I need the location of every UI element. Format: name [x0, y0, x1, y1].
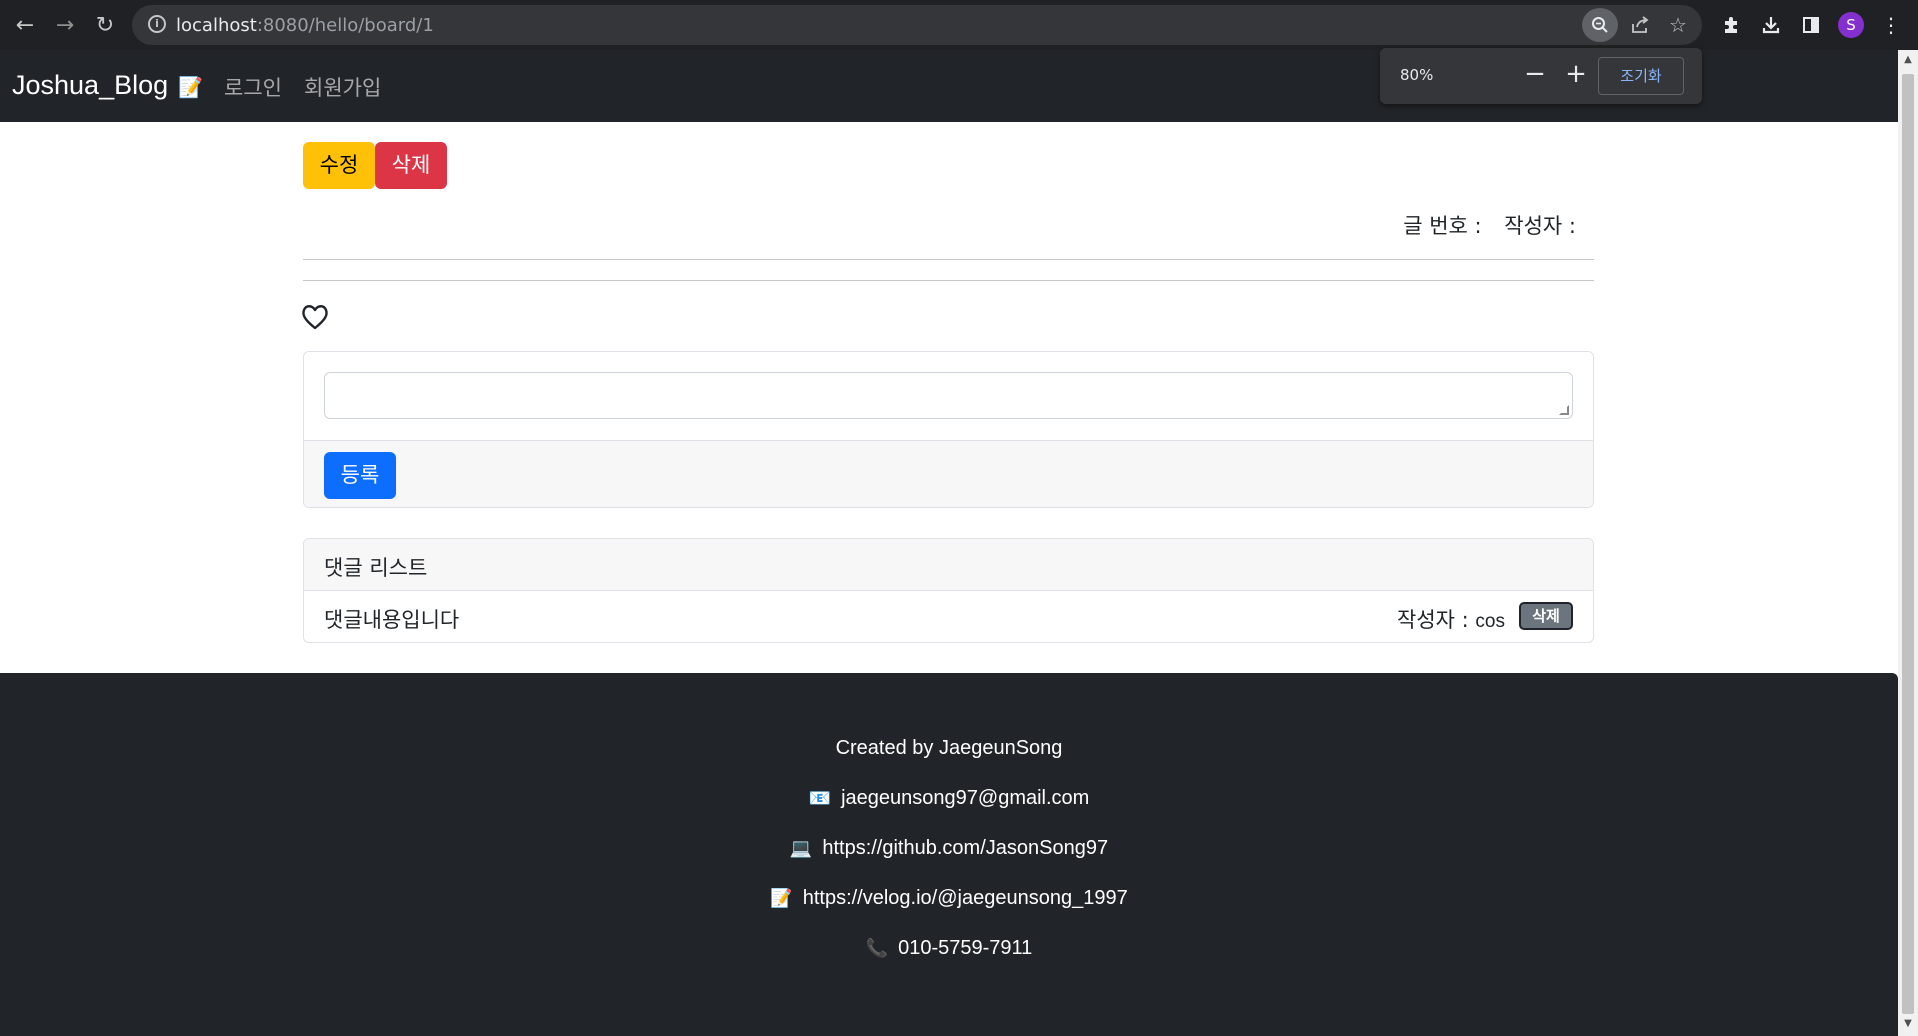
reply-form-footer: 등록: [304, 440, 1593, 507]
laptop-icon: 💻: [789, 838, 813, 858]
reply-form-card: 등록: [303, 351, 1594, 508]
forward-icon[interactable]: →: [50, 10, 80, 40]
reload-icon[interactable]: ↻: [90, 10, 120, 40]
post-meta: 글 번호 : 작성자 :: [1387, 210, 1576, 240]
phone-icon: 📞: [865, 938, 889, 958]
back-icon[interactable]: ←: [10, 10, 40, 40]
footer-github: 💻 https://github.com/JasonSong97: [789, 837, 1109, 859]
zoom-out-button[interactable]: −: [1520, 60, 1550, 90]
browser-toolbar: ← → ↻ i localhost:8080/hello/board/1 ☆ S…: [0, 0, 1918, 50]
edit-button[interactable]: 수정: [303, 142, 375, 189]
footer-credit: Created by JaegeunSong: [835, 737, 1063, 759]
nav-link-login[interactable]: 로그인: [224, 72, 282, 102]
footer-phone: 📞 010-5759-7911: [865, 937, 1033, 959]
page-scrollbar[interactable]: ▲ ▼: [1898, 50, 1918, 1036]
site-footer: Created by JaegeunSong 📧 jaegeunsong97@gm…: [0, 673, 1898, 1036]
memo-icon: 📝: [178, 77, 204, 99]
reply-list-card: 댓글 리스트 댓글내용입니다 작성자 : cos 삭제: [303, 538, 1594, 643]
scrollbar-thumb[interactable]: [1902, 74, 1914, 1014]
zoom-icon[interactable]: [1582, 8, 1618, 42]
footer-email: 📧 jaegeunsong97@gmail.com: [808, 787, 1090, 809]
resize-grip-icon[interactable]: [1559, 405, 1569, 415]
divider: [303, 259, 1594, 260]
memo-icon: 📝: [770, 888, 793, 908]
scroll-down-icon[interactable]: ▼: [1902, 1018, 1914, 1030]
bookmark-star-icon[interactable]: ☆: [1662, 9, 1694, 41]
extensions-icon[interactable]: [1716, 10, 1746, 40]
reply-list-header: 댓글 리스트: [304, 539, 1593, 591]
post-number-label: 글 번호 :: [1403, 214, 1482, 238]
download-icon[interactable]: [1756, 10, 1786, 40]
zoom-in-button[interactable]: +: [1561, 60, 1591, 90]
zoom-popup: 80% − + 조기화: [1380, 48, 1702, 104]
site-info-icon[interactable]: i: [148, 15, 166, 33]
delete-button[interactable]: 삭제: [375, 142, 447, 189]
heart-icon[interactable]: [301, 304, 331, 332]
list-item: 댓글내용입니다 작성자 : cos 삭제: [304, 591, 1593, 642]
submit-reply-button[interactable]: 등록: [324, 452, 396, 499]
profile-avatar[interactable]: S: [1838, 12, 1864, 38]
nav-link-signup[interactable]: 회원가입: [304, 72, 381, 102]
menu-kebab-icon[interactable]: ⋮: [1876, 10, 1906, 40]
zoom-level: 80%: [1400, 66, 1434, 84]
post-author-label: 작성자 :: [1504, 214, 1576, 238]
brand-logo[interactable]: Joshua_Blog 📝: [12, 70, 203, 101]
divider: [303, 280, 1594, 281]
url-text[interactable]: localhost:8080/hello/board/1: [176, 15, 434, 36]
delete-comment-button[interactable]: 삭제: [1519, 602, 1573, 630]
share-icon[interactable]: [1624, 9, 1656, 41]
comment-author: 작성자 : cos: [1397, 608, 1505, 632]
comment-content: 댓글내용입니다: [324, 608, 460, 632]
scroll-up-icon[interactable]: ▲: [1902, 54, 1914, 66]
side-panel-icon[interactable]: [1796, 10, 1826, 40]
reply-textarea[interactable]: [324, 372, 1573, 419]
reply-form-body: [304, 352, 1593, 440]
zoom-reset-button[interactable]: 조기화: [1598, 57, 1684, 95]
reply-list-title: 댓글 리스트: [324, 556, 428, 580]
footer-velog: 📝 https://velog.io/@jaegeunsong_1997: [770, 887, 1128, 909]
envelope-icon: 📧: [808, 788, 832, 808]
address-bar[interactable]: i localhost:8080/hello/board/1 ☆: [132, 5, 1702, 45]
